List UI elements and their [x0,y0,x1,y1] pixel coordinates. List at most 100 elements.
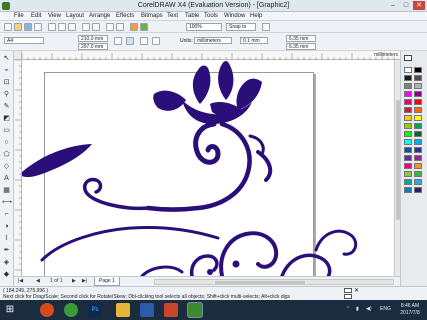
color-swatch[interactable] [414,147,422,153]
basic-shapes-tool-icon[interactable]: ◇ [2,162,11,171]
freehand-tool-icon[interactable]: ✎ [2,102,11,111]
fill-indicator[interactable] [344,288,352,293]
tray-chevron-icon[interactable]: ⌃ [346,306,350,312]
color-swatch[interactable] [404,187,412,193]
color-swatch[interactable] [404,179,412,185]
network-icon[interactable]: ▮ [356,306,359,312]
color-swatch[interactable] [404,67,412,73]
menu-effects[interactable]: Effects [116,13,134,19]
color-swatch[interactable] [404,155,412,161]
floral-artwork[interactable] [22,60,394,276]
paper-size-dropdown[interactable]: A4 [4,37,44,44]
color-swatch[interactable] [414,99,422,105]
drawing-canvas[interactable] [22,60,394,276]
page-width-field[interactable]: 210.0 mm [78,35,108,42]
next-page-icon[interactable]: ▶ [72,278,76,284]
last-page-icon[interactable]: ▶| [82,278,87,284]
color-swatch[interactable] [414,67,422,73]
interactive-fill-tool-icon[interactable]: ◆ [2,270,11,279]
first-page-icon[interactable]: |◀ [18,278,23,284]
duplicate-y-field[interactable]: 6.35 mm [286,43,316,50]
color-swatch[interactable] [414,171,422,177]
chrome-icon[interactable] [64,303,78,317]
color-swatch[interactable] [404,139,412,145]
system-clock[interactable]: 8:46 AM 2017/7/8 [394,303,426,317]
duplicate-x-field[interactable]: 6.35 mm [286,35,316,42]
color-swatch[interactable] [414,83,422,89]
export-icon[interactable] [116,23,124,31]
color-swatch[interactable] [414,115,422,121]
color-swatch[interactable] [414,131,422,137]
zoom-level-field[interactable]: 100% [186,23,222,31]
ellipse-tool-icon[interactable]: ○ [2,138,11,147]
fill-tool-icon[interactable]: ◈ [2,258,11,267]
polygon-tool-icon[interactable]: ⬠ [2,150,11,159]
firefox-icon[interactable] [40,303,54,317]
pick-tool-icon[interactable]: ↖ [2,54,11,63]
interactive-blend-tool-icon[interactable]: ◑ [2,222,11,231]
copy-icon[interactable] [58,23,66,31]
menu-text[interactable]: Text [167,13,178,19]
color-swatch[interactable] [414,75,422,81]
crop-tool-icon[interactable]: ⊡ [2,78,11,87]
color-swatch[interactable] [404,107,412,113]
smart-fill-tool-icon[interactable]: ◩ [2,114,11,123]
open-icon[interactable] [14,23,22,31]
undo-icon[interactable] [82,23,90,31]
color-swatch[interactable] [414,139,422,145]
save-icon[interactable] [24,23,32,31]
cut-icon[interactable] [48,23,56,31]
menu-tools[interactable]: Tools [204,13,218,19]
welcome-icon[interactable] [140,23,148,31]
snap-to-dropdown[interactable]: Snap to [226,23,256,31]
portrait-icon[interactable] [114,37,122,45]
zoom-tool-icon[interactable]: ⚲ [2,90,11,99]
menu-arrange[interactable]: Arrange [89,13,110,19]
powerpoint-icon[interactable] [164,303,178,317]
windows-start-icon[interactable]: ⊞ [3,303,17,317]
menu-table[interactable]: Table [185,13,199,19]
color-swatch[interactable] [404,171,412,177]
menu-file[interactable]: File [14,13,24,19]
all-pages-icon[interactable] [140,37,148,45]
volume-icon[interactable]: ◀) [366,306,372,312]
no-fill-swatch[interactable] [404,55,412,61]
menu-view[interactable]: View [48,13,61,19]
menu-bitmaps[interactable]: Bitmaps [141,13,163,19]
maximize-button[interactable]: □ [400,1,412,10]
horizontal-scrollbar[interactable] [154,279,394,285]
color-swatch[interactable] [404,83,412,89]
folder-icon[interactable] [116,303,130,317]
current-page-icon[interactable] [152,37,160,45]
color-swatch[interactable] [414,91,422,97]
outline-indicator[interactable] [344,294,352,299]
color-swatch[interactable] [404,75,412,81]
new-icon[interactable] [4,23,12,31]
coreldraw-icon[interactable] [188,303,202,317]
shape-tool-icon[interactable]: ⌁ [2,66,11,75]
paste-icon[interactable] [68,23,76,31]
landscape-icon[interactable] [126,37,134,45]
options-icon[interactable] [262,23,270,31]
units-dropdown[interactable]: millimeters [194,37,232,44]
ruler-corner[interactable] [14,51,22,60]
menu-window[interactable]: Window [224,13,245,19]
close-button[interactable]: ✕ [413,1,425,10]
color-swatch[interactable] [414,187,422,193]
redo-icon[interactable] [92,23,100,31]
color-swatch[interactable] [404,123,412,129]
print-icon[interactable] [34,23,42,31]
language-indicator[interactable]: ENG [380,306,391,312]
import-icon[interactable] [106,23,114,31]
parallel-dimension-tool-icon[interactable]: ⟷ [2,198,12,207]
application-launcher-icon[interactable] [130,23,138,31]
outline-pen-tool-icon[interactable]: ✒ [2,246,11,255]
menu-layout[interactable]: Layout [66,13,84,19]
nudge-distance-field[interactable]: 0.1 mm [240,37,268,44]
color-swatch[interactable] [414,163,422,169]
page-tab[interactable]: Page 1 [94,277,120,286]
vertical-ruler[interactable] [14,59,22,276]
menu-edit[interactable]: Edit [31,13,41,19]
color-swatch[interactable] [404,147,412,153]
eyedropper-tool-icon[interactable]: ⌇ [2,234,11,243]
